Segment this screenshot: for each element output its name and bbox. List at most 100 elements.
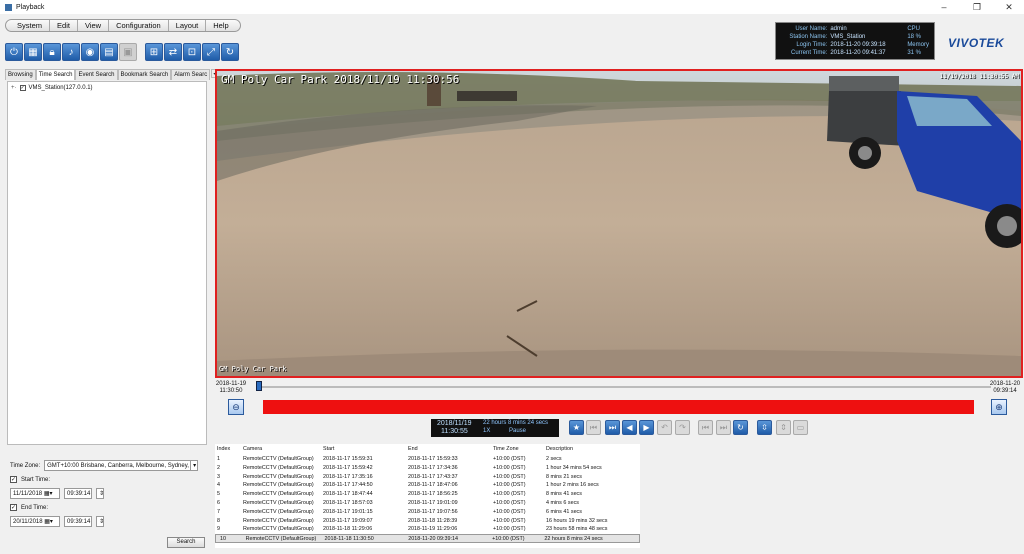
start-time-checkbox[interactable]: ✓ (10, 476, 17, 483)
start-time-field[interactable]: 09:39:14 (64, 488, 92, 499)
tab-bookmark-search[interactable]: Bookmark Search (117, 69, 172, 80)
end-time-checkbox[interactable]: ✓ (10, 504, 17, 511)
station-value: VMS_Station (830, 34, 866, 40)
table-cell: 2018-11-19 11:29:06 (408, 526, 458, 533)
tab-event-search[interactable]: Event Search (75, 69, 118, 80)
menu-view[interactable]: View (78, 20, 110, 31)
refresh-icon[interactable]: ↻ (221, 43, 239, 61)
print-icon[interactable]: ▤ (100, 43, 118, 61)
table-cell: 1 hour 2 mins 16 secs (546, 482, 599, 489)
col-camera[interactable]: Camera (243, 444, 323, 455)
menu-configuration[interactable]: Configuration (109, 20, 169, 31)
tab-alarm-search[interactable]: Alarm Searc (171, 69, 211, 80)
tab-time-search[interactable]: Time Search (35, 69, 76, 80)
search-tabs: Browsing Time Search Event Search Bookma… (5, 69, 228, 80)
start-time-spinner-icon[interactable]: ⇕ (96, 488, 104, 499)
table-cell: 2018-11-17 18:56:25 (408, 491, 458, 498)
reverse-play-icon[interactable]: ◀ (622, 420, 637, 435)
end-time-spinner-icon[interactable]: ⇕ (96, 516, 104, 527)
col-start[interactable]: Start (323, 444, 408, 455)
table-row[interactable]: 10 RemoteCCTV (DefaultGroup) 2018-11-18 11… (215, 534, 640, 543)
power-icon[interactable]: ⏻ (5, 43, 23, 61)
timeline-slider[interactable] (258, 386, 991, 388)
volume-icon[interactable]: ♪ (62, 43, 80, 61)
recording-bar[interactable] (263, 400, 974, 414)
zoom-in-icon[interactable]: ⊕ (991, 399, 1007, 415)
osd-timestamp: 11/19/2018 11:30:55 AM (939, 73, 1019, 80)
maximize-button[interactable]: ❐ (962, 0, 992, 14)
camera-link-icon[interactable]: ⇄ (164, 43, 182, 61)
export-icon[interactable]: ▣ (119, 43, 137, 61)
undo-icon[interactable]: ↶ (657, 420, 672, 435)
col-index[interactable]: Index (215, 444, 243, 455)
next-segment-icon[interactable]: ⏭ (716, 420, 731, 435)
menu-layout[interactable]: Layout (169, 20, 207, 31)
col-description[interactable]: Description (546, 444, 640, 455)
table-row[interactable]: 1 RemoteCCTV (DefaultGroup) 2018-11-17 15:… (215, 455, 640, 464)
start-time-row: ✓ Start Time: (10, 476, 50, 483)
search-button[interactable]: Search (167, 537, 205, 548)
bookmark-icon[interactable]: ★ (569, 420, 584, 435)
table-cell: 22 hours 8 mins 24 secs (544, 536, 603, 543)
table-cell: 5 (217, 491, 220, 498)
table-row[interactable]: 9 RemoteCCTV (DefaultGroup) 2018-11-18 11:… (215, 525, 640, 534)
expand-icon[interactable]: +· (11, 85, 17, 91)
table-cell: 10 (220, 536, 226, 543)
timeline-thumb[interactable] (256, 381, 262, 391)
cpu-label: CPU (907, 26, 920, 32)
step-forward-icon[interactable]: ⏭ (605, 420, 620, 435)
col-end[interactable]: End (408, 444, 493, 455)
video-view[interactable]: GM Poly Car Park 2018/11/19 11:30:56 11/… (215, 69, 1023, 378)
lock-icon[interactable]: 🔒︎ (43, 43, 61, 61)
calendar-icon[interactable]: ▦▾ (44, 519, 53, 525)
table-row[interactable]: 5 RemoteCCTV (DefaultGroup) 2018-11-17 18:… (215, 490, 640, 499)
chevron-down-icon[interactable]: ▾ (190, 460, 199, 471)
export-video-icon[interactable]: ▭ (793, 420, 808, 435)
fullscreen-icon[interactable]: ⤢ (202, 43, 220, 61)
tree-node-station[interactable]: +· ✓ VMS_Station(127.0.0.1) (11, 85, 203, 91)
end-time-field[interactable]: 09:39:14 (64, 516, 92, 527)
table-cell: 8 mins 21 secs (546, 473, 582, 480)
table-cell: +10:00 (DST) (493, 473, 526, 480)
first-frame-icon[interactable]: ⏮ (586, 420, 601, 435)
cpu-value: 18 % (907, 34, 921, 40)
snapshot-icon[interactable]: ◉ (81, 43, 99, 61)
menu-system[interactable]: System (10, 20, 51, 31)
table-cell: 16 hours 19 mins 32 secs (546, 517, 608, 524)
table-cell: +10:00 (DST) (493, 456, 526, 462)
speed-slider-icon[interactable]: ⇳ (757, 420, 772, 435)
menu-edit[interactable]: Edit (50, 20, 78, 31)
layout-icon[interactable]: ▦ (24, 43, 42, 61)
grid-icon[interactable]: ⊞ (145, 43, 163, 61)
station-checkbox[interactable]: ✓ (19, 85, 26, 91)
table-cell: 8 (217, 517, 220, 524)
table-cell: 6 mins 41 secs (546, 508, 582, 515)
sync-icon[interactable]: ↻ (733, 420, 748, 435)
redo-icon[interactable]: ↷ (675, 420, 690, 435)
previous-segment-icon[interactable]: ⏮ (698, 420, 713, 435)
calendar-icon[interactable]: ▦▾ (44, 491, 53, 497)
table-cell: RemoteCCTV (DefaultGroup) (243, 473, 314, 480)
table-row[interactable]: 2 RemoteCCTV (DefaultGroup) 2018-11-17 15:… (215, 464, 640, 473)
end-date-field[interactable]: 20/11/2018 ▦▾ (10, 516, 60, 527)
play-icon[interactable]: ▶ (639, 420, 654, 435)
timezone-select[interactable]: GMT+10:00 Brisbane, Canberra, Melbourne,… (44, 460, 192, 471)
table-cell: +10:00 (DST) (493, 508, 526, 515)
col-timezone[interactable]: Time Zone (493, 444, 546, 455)
start-date-field[interactable]: 11/11/2018 ▦▾ (10, 488, 60, 499)
zoom-out-icon[interactable]: ⊖ (228, 399, 244, 415)
speed-level-icon[interactable]: ⇕ (776, 420, 791, 435)
table-row[interactable]: 3 RemoteCCTV (DefaultGroup) 2018-11-17 17:… (215, 473, 640, 482)
table-row[interactable]: 8 RemoteCCTV (DefaultGroup) 2018-11-17 19:… (215, 517, 640, 526)
menu-help[interactable]: Help (206, 20, 235, 31)
close-button[interactable]: ✕ (994, 0, 1024, 14)
table-header: Index Camera Start End Time Zone Descrip… (215, 444, 640, 455)
table-row[interactable]: 7 RemoteCCTV (DefaultGroup) 2018-11-17 19:… (215, 508, 640, 517)
tab-browsing[interactable]: Browsing (5, 69, 36, 80)
timezone-row: Time Zone: GMT+10:00 Brisbane, Canberra,… (10, 460, 199, 471)
minimize-button[interactable]: – (929, 0, 959, 14)
split-icon[interactable]: ⊡ (183, 43, 201, 61)
table-row[interactable]: 6 RemoteCCTV (DefaultGroup) 2018-11-17 18:… (215, 499, 640, 508)
table-cell: 2018-11-17 19:01:15 (323, 508, 373, 515)
table-row[interactable]: 4 RemoteCCTV (DefaultGroup) 2018-11-17 17:… (215, 481, 640, 490)
